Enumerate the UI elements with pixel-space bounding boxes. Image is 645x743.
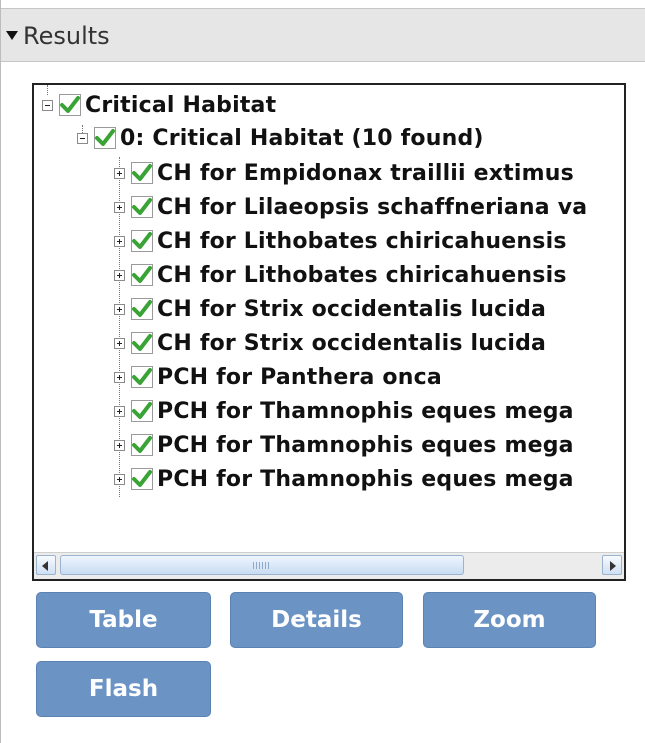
checkbox-checked-icon[interactable]: [131, 400, 153, 422]
checkbox-checked-icon[interactable]: [131, 230, 153, 252]
tree-item-label: PCH for Thamnophis eques mega: [157, 432, 574, 458]
collapse-triangle-icon[interactable]: [6, 31, 18, 40]
tree-item-label: CH for Strix occidentalis lucida: [157, 330, 547, 356]
tree-item-row[interactable]: CH for Strix occidentalis lucida: [114, 327, 546, 359]
expand-plus-icon[interactable]: [114, 473, 125, 485]
grip-icon: [253, 562, 269, 569]
table-button[interactable]: Table: [36, 592, 211, 648]
expand-plus-icon[interactable]: [114, 303, 125, 315]
tree-item-label: PCH for Thamnophis eques mega: [157, 466, 574, 492]
collapse-minus-icon[interactable]: [77, 132, 88, 144]
expand-plus-icon[interactable]: [114, 235, 125, 247]
expand-plus-icon[interactable]: [114, 337, 125, 349]
horizontal-scrollbar[interactable]: [34, 552, 624, 579]
checkbox-checked-icon[interactable]: [131, 332, 153, 354]
expand-plus-icon[interactable]: [114, 167, 125, 179]
tree-item-row[interactable]: CH for Empidonax traillii extimus: [114, 157, 574, 189]
checkbox-checked-icon[interactable]: [59, 94, 81, 116]
expand-plus-icon[interactable]: [114, 439, 125, 451]
tree-root-row[interactable]: Critical Habitat: [42, 89, 276, 121]
expand-plus-icon[interactable]: [114, 201, 125, 213]
tree-root-label: Critical Habitat: [85, 92, 277, 118]
tree-item-label: CH for Lithobates chiricahuensis: [157, 228, 567, 254]
tree-item-label: PCH for Panthera onca: [157, 364, 442, 390]
tree-item-label: PCH for Thamnophis eques mega: [157, 398, 574, 424]
tree-item-row[interactable]: PCH for Thamnophis eques mega: [114, 395, 574, 427]
checkbox-checked-icon[interactable]: [131, 162, 153, 184]
tree-layer-label: 0: Critical Habitat (10 found): [120, 125, 484, 151]
tree-item-label: CH for Empidonax traillii extimus: [157, 160, 574, 186]
expand-plus-icon[interactable]: [114, 405, 125, 417]
tree-item-label: CH for Strix occidentalis lucida: [157, 296, 547, 322]
scroll-left-button[interactable]: [36, 555, 56, 575]
tree-item-label: CH for Lithobates chiricahuensis: [157, 262, 567, 288]
tree-item-row[interactable]: PCH for Thamnophis eques mega: [114, 429, 574, 461]
checkbox-checked-icon[interactable]: [131, 196, 153, 218]
tree-item-row[interactable]: PCH for Thamnophis eques mega: [114, 463, 574, 495]
tree-item-row[interactable]: PCH for Panthera onca: [114, 361, 442, 393]
tree-item-label: CH for Lilaeopsis schaffneriana va: [157, 194, 588, 220]
tree-item-row[interactable]: CH for Lithobates chiricahuensis: [114, 225, 567, 257]
zoom-button[interactable]: Zoom: [423, 592, 596, 648]
checkbox-checked-icon[interactable]: [131, 434, 153, 456]
results-header[interactable]: Results: [1, 8, 645, 62]
scrollbar-thumb[interactable]: [60, 555, 464, 575]
tree-layer-row[interactable]: 0: Critical Habitat (10 found): [77, 122, 484, 154]
collapse-minus-icon[interactable]: [42, 99, 53, 111]
checkbox-checked-icon[interactable]: [131, 298, 153, 320]
checkbox-checked-icon[interactable]: [131, 264, 153, 286]
checkbox-checked-icon[interactable]: [131, 366, 153, 388]
arrow-left-icon: [42, 561, 48, 571]
checkbox-checked-icon[interactable]: [131, 468, 153, 490]
flash-button[interactable]: Flash: [36, 661, 211, 717]
tree-item-row[interactable]: CH for Strix occidentalis lucida: [114, 293, 546, 325]
results-tree: Critical Habitat 0: Critical Habitat (10…: [32, 83, 626, 581]
results-title: Results: [23, 22, 110, 50]
checkbox-checked-icon[interactable]: [94, 127, 116, 149]
arrow-right-icon: [610, 561, 616, 571]
tree-item-row[interactable]: CH for Lilaeopsis schaffneriana va: [114, 191, 587, 223]
details-button[interactable]: Details: [230, 592, 403, 648]
expand-plus-icon[interactable]: [114, 371, 125, 383]
tree-item-row[interactable]: CH for Lithobates chiricahuensis: [114, 259, 567, 291]
expand-plus-icon[interactable]: [114, 269, 125, 281]
results-panel: Results Critical Habitat 0: Critical Hab…: [0, 0, 645, 743]
scroll-right-button[interactable]: [602, 555, 622, 575]
